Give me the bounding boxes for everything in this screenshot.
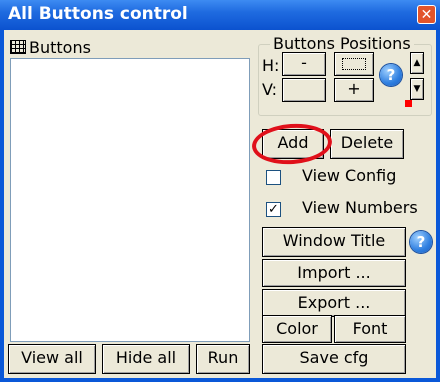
- list-icon: [10, 40, 26, 54]
- client-area: Buttons View all Hide all Run Buttons Po…: [4, 30, 436, 378]
- window-title: All Buttons control: [8, 4, 188, 24]
- position-indicator: [405, 100, 412, 107]
- position-center-button[interactable]: [334, 52, 374, 76]
- scroll-down-icon[interactable]: ▼: [410, 78, 424, 100]
- positions-help-icon[interactable]: ?: [380, 64, 402, 86]
- buttons-list-header: Buttons: [10, 38, 91, 57]
- buttons-listbox[interactable]: [10, 58, 250, 342]
- window-title-help-icon[interactable]: ?: [410, 231, 432, 253]
- v-minus-button[interactable]: [282, 78, 326, 102]
- import-button[interactable]: Import ...: [262, 259, 406, 287]
- buttons-list-label: Buttons: [29, 38, 91, 57]
- buttons-positions-label: Buttons Positions: [270, 34, 414, 53]
- v-plus-button[interactable]: +: [334, 78, 374, 102]
- font-button[interactable]: Font: [334, 315, 406, 343]
- view-numbers-checkbox[interactable]: ✓: [266, 202, 281, 217]
- dotted-rect-icon: [342, 57, 366, 70]
- save-cfg-button[interactable]: Save cfg: [262, 344, 406, 374]
- view-config-label: View Config: [302, 166, 397, 185]
- delete-button[interactable]: Delete: [330, 129, 404, 159]
- window-title-button[interactable]: Window Title: [262, 227, 406, 257]
- view-all-button[interactable]: View all: [8, 344, 96, 374]
- title-bar[interactable]: All Buttons control ✕: [0, 0, 440, 30]
- checkmark-icon: ✓: [268, 202, 279, 217]
- h-minus-button[interactable]: -: [282, 52, 326, 76]
- app-window: All Buttons control ✕ Buttons View all H…: [0, 0, 440, 382]
- scroll-up-icon[interactable]: ▲: [410, 52, 424, 74]
- close-icon[interactable]: ✕: [417, 5, 436, 24]
- run-button[interactable]: Run: [196, 344, 250, 374]
- color-button[interactable]: Color: [262, 315, 332, 343]
- v-label: V:: [262, 80, 278, 99]
- h-label: H:: [262, 56, 280, 75]
- view-numbers-label: View Numbers: [302, 198, 418, 217]
- view-config-checkbox[interactable]: [266, 170, 281, 185]
- hide-all-button[interactable]: Hide all: [102, 344, 190, 374]
- export-button[interactable]: Export ...: [262, 289, 406, 317]
